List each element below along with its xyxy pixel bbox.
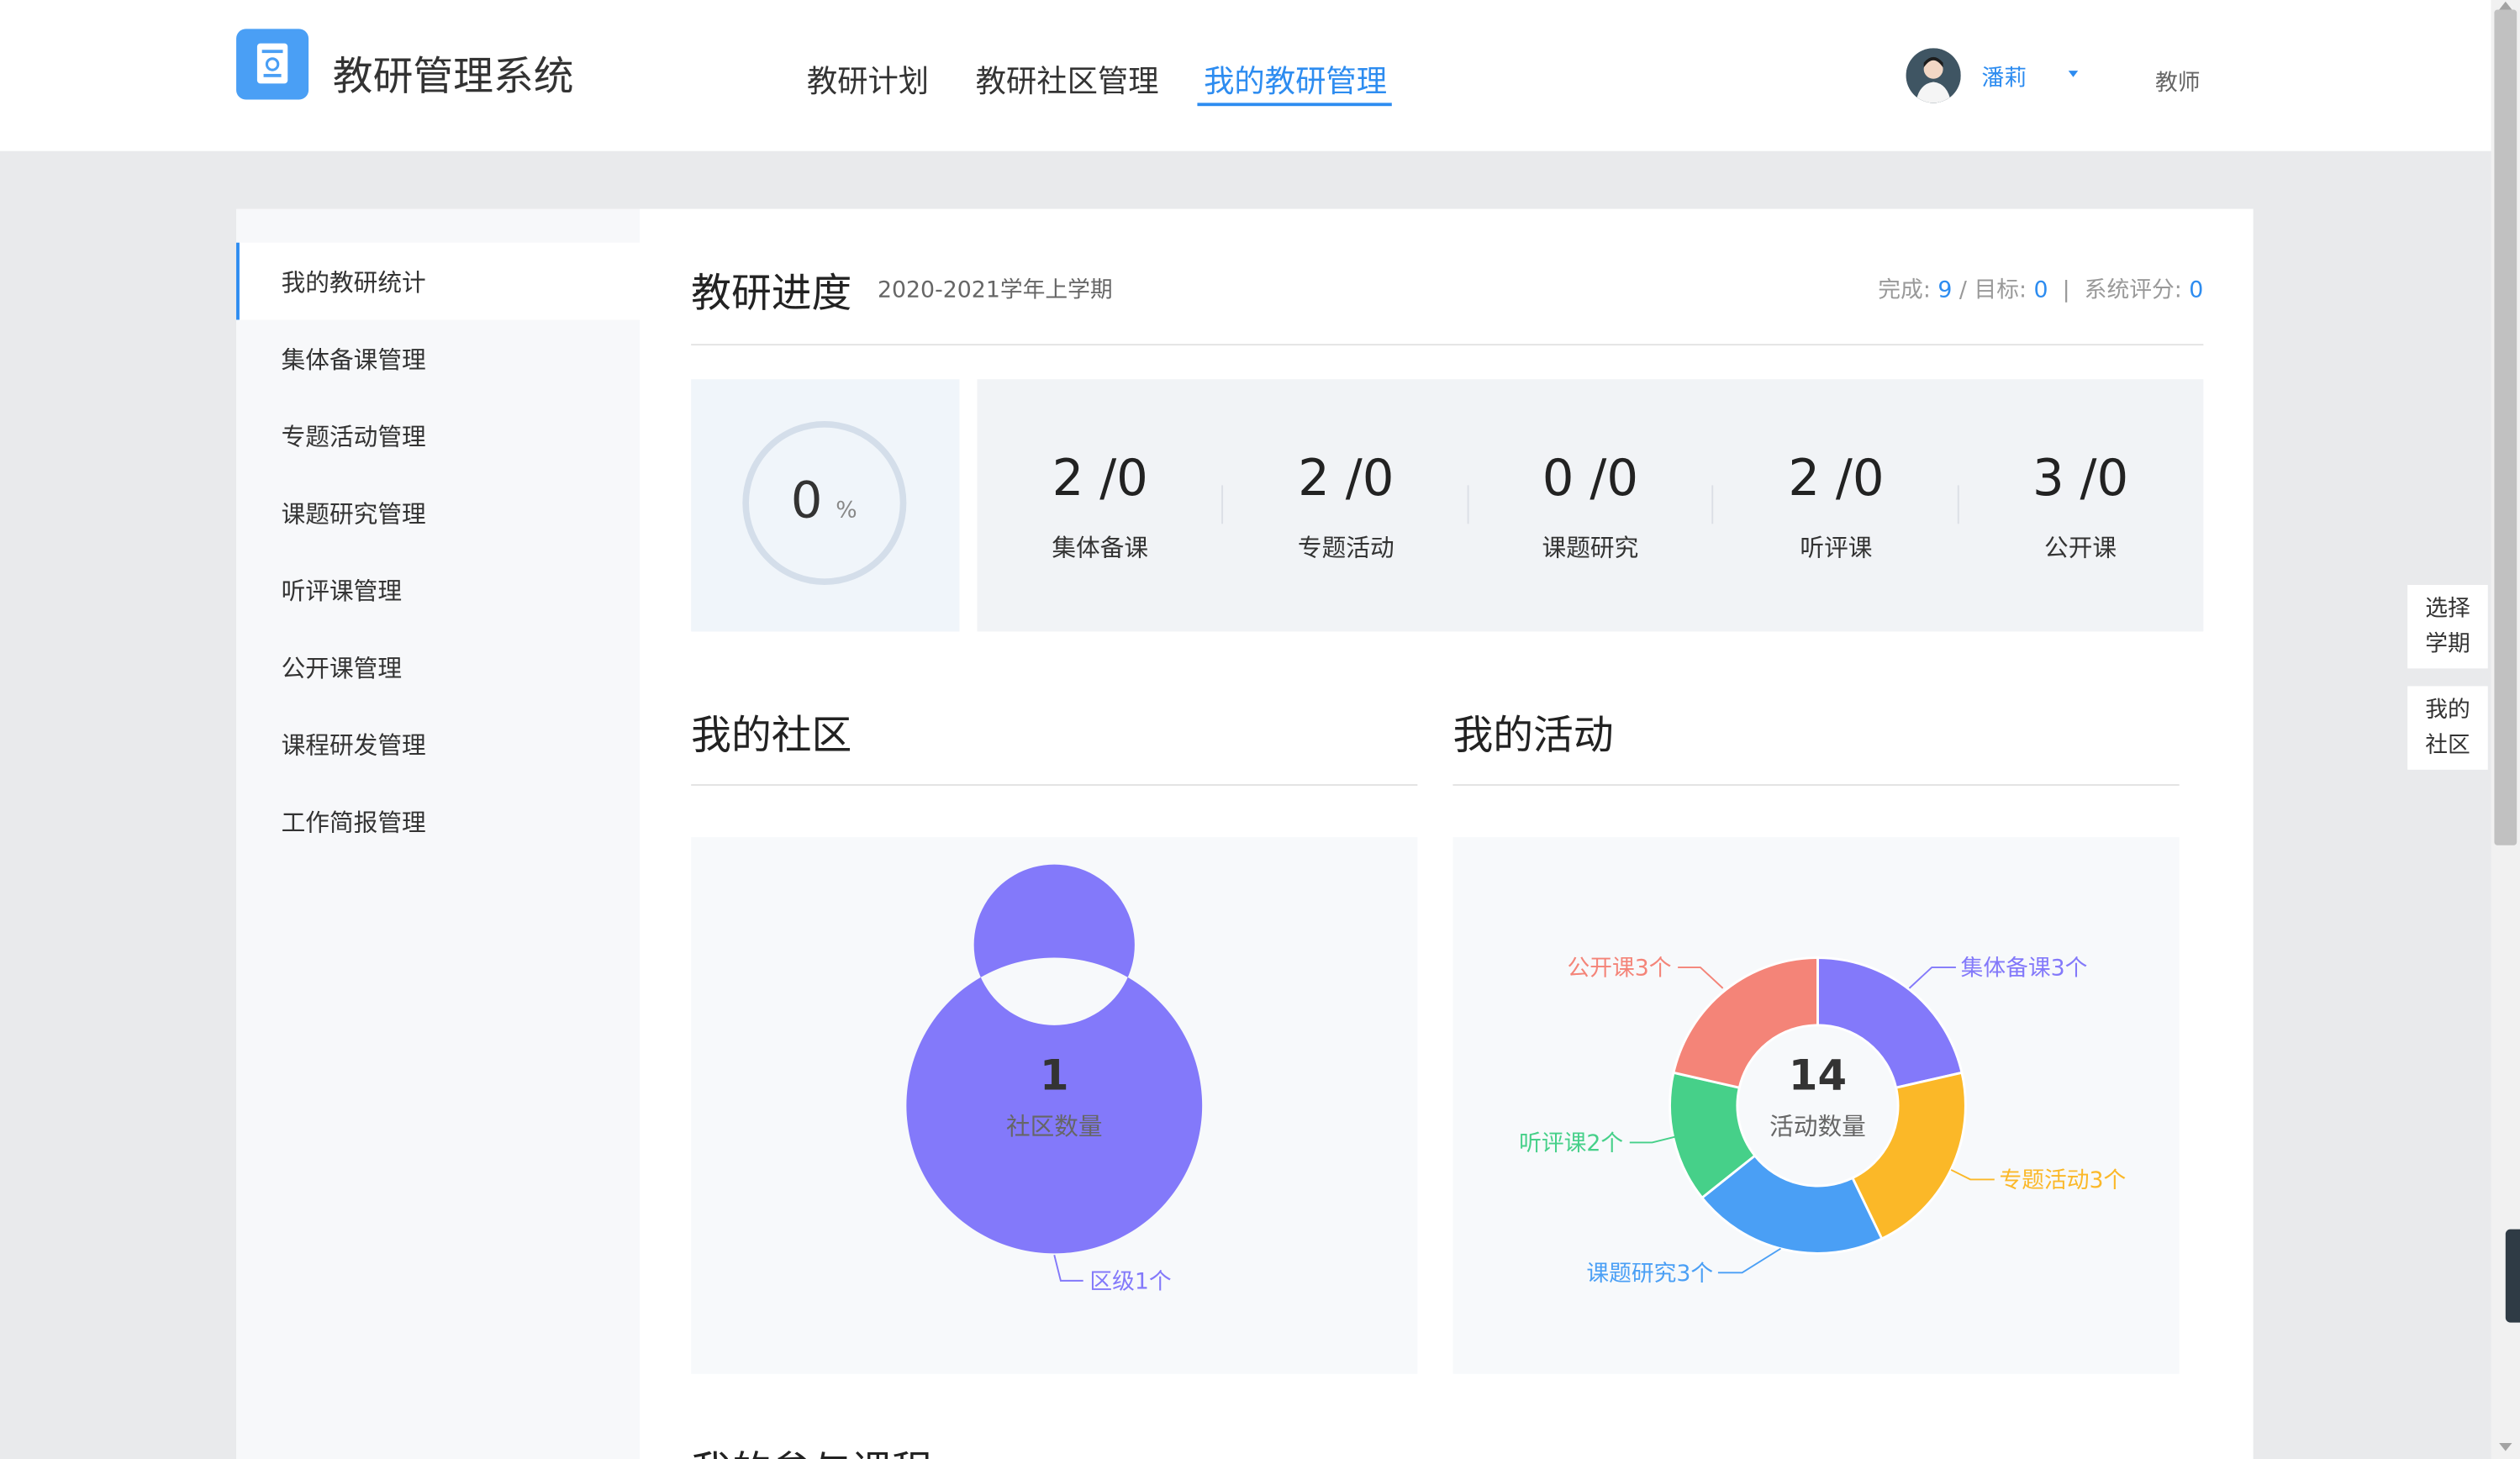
- progress-summary: 完成: 9 / 目标: 0 | 系统评分: 0: [1878, 273, 2203, 305]
- floating-widget-tab[interactable]: [2505, 1229, 2520, 1323]
- caret-down-icon[interactable]: [2068, 71, 2079, 77]
- center-value: 1: [1040, 1051, 1069, 1099]
- stat-value: 2 /0: [1052, 450, 1148, 508]
- label-leader-line: [1629, 1135, 1679, 1144]
- stat-value: 2 /0: [1298, 450, 1394, 508]
- center-value: 14: [1789, 1051, 1847, 1099]
- sidebar-item-collective-prep[interactable]: 集体备课管理: [236, 319, 640, 397]
- nav-community-management[interactable]: 教研社区管理: [976, 58, 1159, 102]
- sidebar-item-open-class[interactable]: 公开课管理: [236, 629, 640, 706]
- activity-donut-chart: 集体备课3个专题活动3个课题研究3个 听评课2个 公开课3个 14 活动数量: [1519, 956, 2127, 1287]
- scroll-up-arrow-icon[interactable]: [2499, 1, 2512, 10]
- score-value: 0: [2189, 277, 2204, 304]
- divider: [1452, 784, 2180, 786]
- stat-label: 听评课: [1800, 533, 1873, 563]
- page: 教研管理系统 教研计划 教研社区管理 我的教研管理 潘莉 教师 我的教研统计 集…: [0, 0, 2520, 1459]
- stat-research-project: 0 /0 课题研究: [1468, 379, 1714, 631]
- slash-separator: /: [1959, 277, 1967, 304]
- label-leader-line: [1950, 1169, 1995, 1181]
- center-label: 活动数量: [1769, 1112, 1866, 1140]
- my-community-button[interactable]: 我的 社区: [2407, 686, 2488, 770]
- sidebar-item-label: 公开课管理: [281, 654, 403, 683]
- top-header: 教研管理系统 教研计划 教研社区管理 我的教研管理 潘莉 教师: [0, 0, 2491, 151]
- divider: [691, 784, 1418, 786]
- activity-title: 我的活动: [1452, 712, 1614, 759]
- button-line: 我的: [2425, 697, 2470, 724]
- slice-label: 公开课3个: [1567, 956, 1671, 982]
- nav-active-indicator: [1197, 103, 1392, 107]
- sidebar-item-label: 听评课管理: [281, 577, 403, 606]
- sidebar-item-course-dev[interactable]: 课程研发管理: [236, 705, 640, 782]
- stat-label: 课题研究: [1542, 533, 1639, 563]
- stat-value: 3 /0: [2032, 450, 2129, 508]
- progress-percent-unit: %: [836, 498, 857, 524]
- bar-separator: |: [2062, 277, 2070, 304]
- sidebar-item-label: 我的教研统计: [281, 268, 426, 298]
- sidebar-item-work-brief[interactable]: 工作简报管理: [236, 782, 640, 860]
- scrollbar-thumb[interactable]: [2494, 9, 2517, 845]
- stat-value: 0 /0: [1542, 450, 1639, 508]
- target-label: 目标:: [1974, 277, 2027, 304]
- stat-collective-prep: 2 /0 集体备课: [977, 379, 1223, 631]
- label-leader-line: [1678, 967, 1724, 989]
- slice-label: 集体备课3个: [1961, 956, 2088, 982]
- done-value: 9: [1937, 277, 1953, 304]
- main-content: 教研进度 2020-2021学年上学期 完成: 9 / 目标: 0 | 系统评分…: [639, 208, 2254, 1459]
- sidebar-item-label: 工作简报管理: [281, 808, 426, 838]
- center-label: 社区数量: [1006, 1112, 1103, 1140]
- stat-label: 集体备课: [1052, 533, 1149, 563]
- button-line: 学期: [2425, 631, 2470, 658]
- stat-open-class: 3 /0 公开课: [1958, 379, 2204, 631]
- user-photo-icon: [1906, 48, 1961, 103]
- app-logo[interactable]: [236, 29, 309, 100]
- slice-label: 区级1个: [1089, 1268, 1171, 1294]
- user-name[interactable]: 潘莉: [1981, 61, 2027, 93]
- label-leader-line: [1908, 967, 1956, 989]
- sidebar: 我的教研统计 集体备课管理 专题活动管理 课题研究管理 听评课管理 公开课管理 …: [236, 208, 640, 1459]
- sidebar-item-label: 课程研发管理: [281, 730, 426, 761]
- stat-label: 专题活动: [1297, 533, 1394, 563]
- nav-plan[interactable]: 教研计划: [807, 58, 929, 102]
- scroll-down-arrow-icon[interactable]: [2499, 1442, 2512, 1451]
- community-title: 我的社区: [691, 712, 852, 759]
- activity-chart-card: 集体备课3个专题活动3个课题研究3个 听评课2个 公开课3个 14 活动数量: [1452, 837, 2180, 1374]
- stat-topic-activity: 2 /0 专题活动: [1223, 379, 1469, 631]
- community-donut-chart: 区级1个 1 社区数量: [906, 864, 1203, 1294]
- term-label: 2020-2021学年上学期: [877, 277, 1113, 304]
- sidebar-item-lesson-review[interactable]: 听评课管理: [236, 551, 640, 629]
- button-line: 社区: [2425, 732, 2470, 759]
- avatar[interactable]: [1906, 48, 1961, 103]
- progress-stats: 2 /0 集体备课 2 /0 专题活动 0 /0 课题研究 2 /0 听评课 3…: [977, 379, 2204, 632]
- app-title: 教研管理系统: [332, 53, 574, 100]
- slice-label: 听评课2个: [1519, 1130, 1623, 1156]
- sidebar-item-my-stats[interactable]: 我的教研统计: [236, 242, 640, 320]
- sidebar-item-label: 课题研究管理: [281, 499, 426, 529]
- slice-label: 课题研究3个: [1586, 1261, 1713, 1287]
- progress-ring-card: 0 %: [691, 379, 960, 632]
- select-term-button[interactable]: 选择 学期: [2407, 584, 2488, 669]
- button-line: 选择: [2425, 596, 2470, 622]
- done-label: 完成:: [1878, 277, 1931, 304]
- stat-lesson-review: 2 /0 听评课: [1713, 379, 1959, 631]
- next-section-title: 我的参与课程: [691, 1440, 932, 1459]
- sidebar-item-label: 集体备课管理: [281, 345, 426, 375]
- nav-my-research-management[interactable]: 我的教研管理: [1204, 58, 1387, 102]
- sidebar-item-label: 专题活动管理: [281, 422, 426, 452]
- stat-label: 公开课: [2044, 533, 2117, 563]
- progress-ring: [742, 420, 907, 585]
- progress-percent-value: 0: [790, 472, 823, 530]
- sidebar-item-research-project[interactable]: 课题研究管理: [236, 474, 640, 551]
- community-chart-card: 区级1个 1 社区数量: [691, 837, 1418, 1374]
- label-leader-line: [1053, 1255, 1083, 1282]
- label-leader-line: [1717, 1247, 1782, 1274]
- stat-value: 2 /0: [1788, 450, 1885, 508]
- book-icon: [256, 43, 288, 84]
- user-role: 教师: [2154, 71, 2201, 97]
- target-value: 0: [2033, 277, 2048, 304]
- slice-label: 专题活动3个: [2000, 1167, 2127, 1193]
- divider: [691, 344, 2204, 346]
- progress-title: 教研进度: [691, 270, 852, 317]
- sidebar-item-topic-activity[interactable]: 专题活动管理: [236, 397, 640, 474]
- score-label: 系统评分:: [2084, 277, 2182, 304]
